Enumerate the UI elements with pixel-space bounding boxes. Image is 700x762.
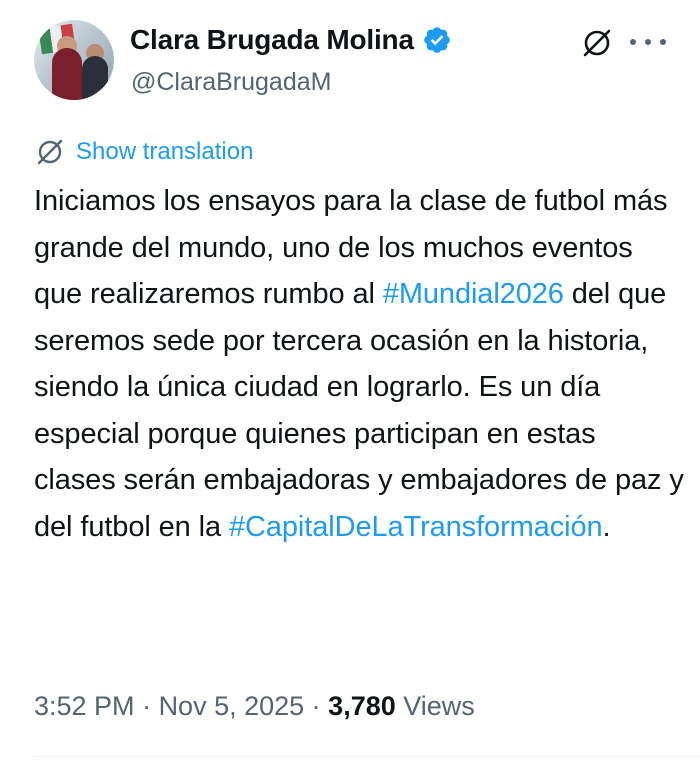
avatar[interactable]	[34, 20, 114, 100]
hashtag-capitaldelatransformacion-link[interactable]: #CapitalDeLaTransformación	[229, 511, 603, 543]
tweet-text-end: .	[602, 510, 611, 543]
tweet-text-part-2: del que seremos sede por tercera ocasión…	[34, 278, 684, 543]
show-translation-label: Show translation	[76, 138, 254, 165]
tweet-time[interactable]: 3:52 PM	[34, 691, 135, 721]
grok-icon[interactable]	[578, 24, 616, 62]
divider	[34, 756, 700, 757]
tweet-meta: 3:52 PM · Nov 5, 2025 · 3,780 Views	[34, 691, 475, 722]
display-name[interactable]: Clara Brugada Molina	[130, 24, 414, 56]
views-count: 3,780	[328, 691, 396, 721]
author-handle[interactable]: @ClaraBrugadaM	[131, 68, 331, 97]
meta-separator: ·	[304, 691, 329, 721]
author-name-row[interactable]: Clara Brugada Molina	[130, 24, 452, 56]
show-translation-link[interactable]: Show translation	[34, 136, 253, 168]
meta-separator: ·	[134, 691, 159, 721]
translate-icon	[37, 139, 63, 165]
avatar-person	[52, 48, 82, 100]
more-horizontal-icon[interactable]	[630, 28, 666, 56]
tweet-text: Iniciamos los ensayos para la clase de f…	[34, 178, 684, 550]
hashtag-mundial2026-link[interactable]: #Mundial2026	[383, 278, 564, 310]
views-label: Views	[395, 691, 475, 721]
verified-badge-icon	[422, 25, 452, 55]
tweet-date[interactable]: Nov 5, 2025	[159, 691, 305, 721]
avatar-person-2	[82, 56, 108, 100]
